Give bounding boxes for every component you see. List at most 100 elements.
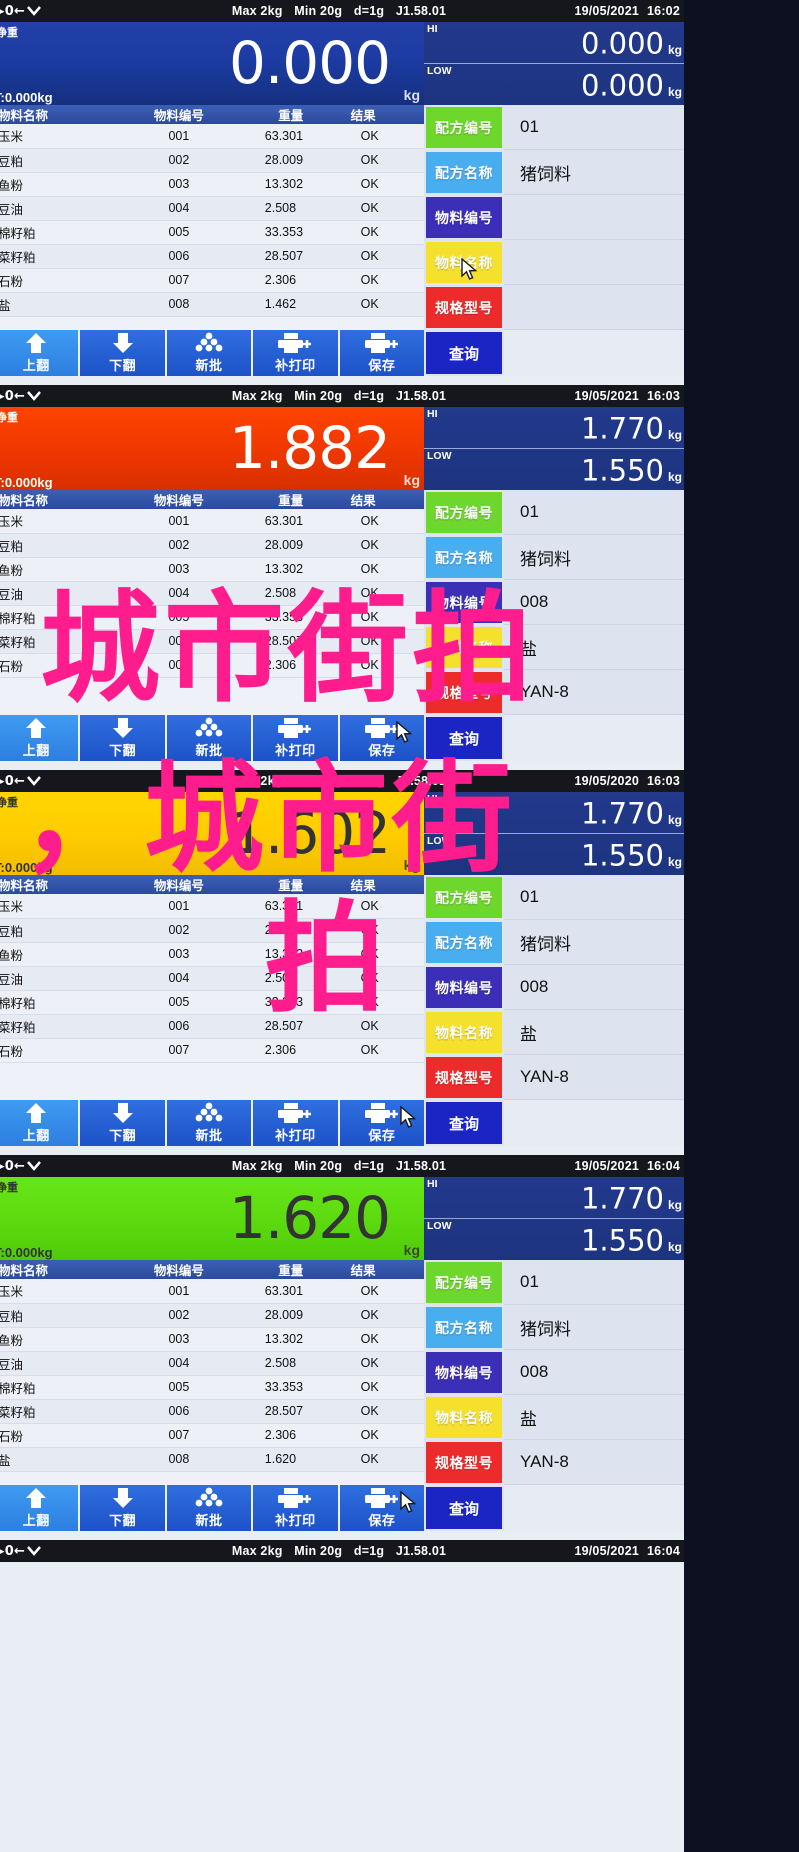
field-row-material-name[interactable]: 物料名称 盐 [424, 1010, 684, 1055]
field-label-spec-model[interactable]: 规格型号 [426, 287, 502, 328]
field-value-spec-model[interactable]: YAN-8 [504, 1440, 684, 1485]
table-row[interactable]: 豆油 004 2.508 OK [0, 1351, 424, 1376]
field-value-formula-name[interactable]: 猪饲料 [504, 535, 684, 580]
table-row[interactable]: 菜籽粕 006 28.507 OK [0, 629, 424, 654]
table-row[interactable]: 玉米 001 63.301 OK [0, 509, 424, 534]
field-row-spec-model[interactable]: 规格型号 [424, 285, 684, 330]
field-row-formula-name[interactable]: 配方名称 猪饲料 [424, 150, 684, 195]
table-row[interactable]: 石粉 007 2.306 OK [0, 1423, 424, 1448]
field-label-material-code[interactable]: 物料编号 [426, 582, 502, 623]
table-row[interactable]: 石粉 007 2.306 OK [0, 268, 424, 293]
page-up-button[interactable]: 上翻 [0, 330, 81, 376]
field-value-material-code[interactable]: 008 [504, 580, 684, 625]
reprint-button[interactable]: 补打印 [253, 1485, 340, 1531]
table-row[interactable]: 豆粕 002 28.009 OK [0, 148, 424, 173]
field-label-material-code[interactable]: 物料编号 [426, 967, 502, 1008]
field-label-material-code[interactable]: 物料编号 [426, 197, 502, 238]
field-label-formula-code[interactable]: 配方编号 [426, 1262, 502, 1303]
field-row-formula-code[interactable]: 配方编号 01 [424, 1260, 684, 1305]
table-row[interactable]: 石粉 007 2.306 OK [0, 1038, 424, 1063]
field-label-spec-model[interactable]: 规格型号 [426, 1442, 502, 1483]
hi-limit-cell[interactable]: HI 1.770 kg [424, 407, 684, 449]
field-value-material-code[interactable]: 008 [504, 965, 684, 1010]
table-row[interactable]: 鱼粉 003 13.302 OK [0, 172, 424, 197]
field-row-formula-code[interactable]: 配方编号 01 [424, 490, 684, 535]
save-button[interactable]: 保存 [339, 1485, 425, 1531]
table-row[interactable]: 菜籽粕 006 28.507 OK [0, 1399, 424, 1424]
table-row[interactable]: 菜籽粕 006 28.507 OK [0, 1014, 424, 1039]
page-up-button[interactable]: 上翻 [0, 715, 81, 761]
field-value-spec-model[interactable]: YAN-8 [504, 1055, 684, 1100]
field-label-formula-name[interactable]: 配方名称 [426, 537, 502, 578]
table-row[interactable]: 玉米 001 63.301 OK [0, 124, 424, 149]
save-button[interactable]: 保存 [339, 715, 425, 761]
field-label-material-name[interactable]: 物料名称 [426, 1397, 502, 1438]
field-row-material-name[interactable]: 物料名称 盐 [424, 1395, 684, 1440]
field-row-formula-name[interactable]: 配方名称 猪饲料 [424, 535, 684, 580]
reprint-button[interactable]: 补打印 [253, 1100, 340, 1146]
field-label-material-name[interactable]: 物料名称 [426, 1012, 502, 1053]
field-label-formula-code[interactable]: 配方编号 [426, 107, 502, 148]
field-row-material-code[interactable]: 物料编号 008 [424, 1350, 684, 1395]
save-button[interactable]: 保存 [339, 330, 425, 376]
field-value-material-name[interactable]: 盐 [504, 1395, 684, 1440]
table-row[interactable]: 盐 008 1.620 OK [0, 1447, 424, 1472]
page-up-button[interactable]: 上翻 [0, 1485, 81, 1531]
query-button[interactable]: 查询 [426, 332, 502, 374]
field-label-material-name[interactable]: 物料名称 [426, 627, 502, 668]
field-row-formula-code[interactable]: 配方编号 01 [424, 105, 684, 150]
table-row[interactable]: 棉籽粕 005 33.353 OK [0, 220, 424, 245]
field-label-formula-name[interactable]: 配方名称 [426, 1307, 502, 1348]
field-label-formula-code[interactable]: 配方编号 [426, 492, 502, 533]
field-row-spec-model[interactable]: 规格型号 YAN-8 [424, 670, 684, 715]
field-row-material-code[interactable]: 物料编号 [424, 195, 684, 240]
page-down-button[interactable]: 下翻 [80, 715, 167, 761]
field-value-material-name[interactable]: 盐 [504, 625, 684, 670]
low-limit-cell[interactable]: LOW 1.550 kg [424, 834, 684, 875]
field-row-material-name[interactable]: 物料名称 [424, 240, 684, 285]
table-row[interactable]: 鱼粉 003 13.302 OK [0, 557, 424, 582]
field-label-formula-code[interactable]: 配方编号 [426, 877, 502, 918]
low-limit-cell[interactable]: LOW 1.550 kg [424, 449, 684, 490]
reprint-button[interactable]: 补打印 [253, 715, 340, 761]
table-row[interactable]: 盐 008 1.462 OK [0, 292, 424, 317]
save-button[interactable]: 保存 [339, 1100, 425, 1146]
field-label-spec-model[interactable]: 规格型号 [426, 1057, 502, 1098]
field-value-spec-model[interactable] [504, 285, 684, 330]
table-row[interactable]: 豆粕 002 28.009 OK [0, 1303, 424, 1328]
new-batch-button[interactable]: 新批 [166, 715, 254, 761]
table-row[interactable]: 棉籽粕 005 33.353 OK [0, 1375, 424, 1400]
field-label-spec-model[interactable]: 规格型号 [426, 672, 502, 713]
field-row-formula-name[interactable]: 配方名称 猪饲料 [424, 1305, 684, 1350]
field-value-formula-code[interactable]: 01 [504, 490, 684, 535]
field-row-material-code[interactable]: 物料编号 008 [424, 965, 684, 1010]
field-label-formula-name[interactable]: 配方名称 [426, 922, 502, 963]
field-row-formula-name[interactable]: 配方名称 猪饲料 [424, 920, 684, 965]
new-batch-button[interactable]: 新批 [166, 1485, 254, 1531]
query-button[interactable]: 查询 [426, 1487, 502, 1529]
field-row-material-code[interactable]: 物料编号 008 [424, 580, 684, 625]
page-down-button[interactable]: 下翻 [80, 1100, 167, 1146]
hi-limit-cell[interactable]: HI 1.770 kg [424, 1177, 684, 1219]
field-value-formula-code[interactable]: 01 [504, 105, 684, 150]
field-value-formula-name[interactable]: 猪饲料 [504, 150, 684, 195]
table-row[interactable]: 菜籽粕 006 28.507 OK [0, 244, 424, 269]
table-row[interactable]: 鱼粉 003 13.302 OK [0, 1327, 424, 1352]
field-value-material-name[interactable]: 盐 [504, 1010, 684, 1055]
table-row[interactable]: 豆粕 002 28.009 OK [0, 533, 424, 558]
field-value-material-code[interactable]: 008 [504, 1350, 684, 1395]
table-row[interactable]: 玉米 001 63.301 OK [0, 894, 424, 919]
table-row[interactable]: 豆油 004 2.508 OK [0, 581, 424, 606]
table-row[interactable]: 玉米 001 63.301 OK [0, 1279, 424, 1304]
table-row[interactable]: 鱼粉 003 13.302 OK [0, 942, 424, 967]
table-row[interactable]: 豆粕 002 28.009 OK [0, 918, 424, 943]
field-value-formula-code[interactable]: 01 [504, 1260, 684, 1305]
page-up-button[interactable]: 上翻 [0, 1100, 81, 1146]
field-row-spec-model[interactable]: 规格型号 YAN-8 [424, 1440, 684, 1485]
field-row-material-name[interactable]: 物料名称 盐 [424, 625, 684, 670]
field-label-formula-name[interactable]: 配方名称 [426, 152, 502, 193]
new-batch-button[interactable]: 新批 [166, 330, 254, 376]
table-row[interactable]: 豆油 004 2.508 OK [0, 966, 424, 991]
page-down-button[interactable]: 下翻 [80, 330, 167, 376]
field-value-spec-model[interactable]: YAN-8 [504, 670, 684, 715]
